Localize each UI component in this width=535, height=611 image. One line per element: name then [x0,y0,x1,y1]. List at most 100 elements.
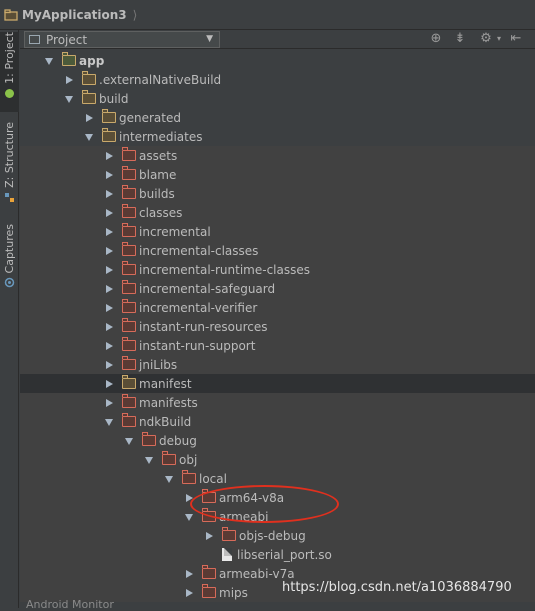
expand-arrow-icon[interactable] [104,341,114,351]
tree-row-label: app [79,53,105,68]
expand-arrow-icon[interactable] [104,284,114,294]
folder-icon [121,299,136,313]
tree-row-local[interactable]: local [20,469,535,488]
tree-row-label: objs-debug [239,528,306,543]
folder-icon [181,470,196,484]
tree-row-label: incremental [139,224,211,239]
expand-arrow-icon[interactable] [104,360,114,370]
tree-row-generated[interactable]: generated [20,108,535,127]
tree-row-intermediates[interactable]: intermediates [20,127,535,146]
folder-icon [221,527,236,541]
expand-arrow-icon[interactable] [144,455,154,465]
tree-row-incremental-safeguard[interactable]: incremental-safeguard [20,279,535,298]
tree-row-incremental-runtime-classes[interactable]: incremental-runtime-classes [20,260,535,279]
tree-row-label: builds [139,186,175,201]
tree-row-externalnativebuild[interactable]: .externalNativeBuild [20,70,535,89]
dropdown-arrow-icon: ▼ [206,34,213,44]
tree-row-blame[interactable]: blame [20,165,535,184]
expand-arrow-icon[interactable] [104,417,114,427]
tree-row-classes[interactable]: classes [20,203,535,222]
tree-row-manifests[interactable]: manifests [20,393,535,412]
tab-structure[interactable]: Z: Structure [0,122,19,210]
tree-row-ndkbuild[interactable]: ndkBuild [20,412,535,431]
breadcrumb-separator: ⟩ [132,8,138,22]
folder-icon [121,242,136,256]
expand-arrow-icon[interactable] [84,113,94,123]
tree-row-builds[interactable]: builds [20,184,535,203]
breadcrumb-project[interactable]: MyApplication3 [22,8,127,22]
expand-arrow-icon[interactable] [64,75,74,85]
file-icon [222,548,232,561]
folder-icon [201,584,216,598]
folder-icon [121,375,136,389]
expand-arrow-icon[interactable] [104,189,114,199]
folder-icon [201,565,216,579]
folder-icon [121,147,136,161]
project-tree: app .externalNativeBuild build generated… [20,49,535,608]
expand-arrow-icon[interactable] [164,474,174,484]
expand-arrow-icon[interactable] [104,208,114,218]
tree-row-instant-run-support[interactable]: instant-run-support [20,336,535,355]
expand-arrow-icon[interactable] [104,170,114,180]
tree-row-label: mips [219,585,248,600]
tree-row-label: arm64-v8a [219,490,285,505]
expand-arrow-icon[interactable] [184,512,194,522]
project-view-select[interactable]: Project ▼ [24,31,220,48]
tree-row-incremental[interactable]: incremental [20,222,535,241]
expand-arrow-icon[interactable] [104,246,114,256]
folder-icon [121,280,136,294]
android-monitor-tab[interactable]: Android Monitor [26,598,114,611]
tree-row-debug[interactable]: debug [20,431,535,450]
folder-icon [161,451,176,465]
tree-row-libserial-port[interactable]: libserial_port.so [20,545,535,564]
expand-arrow-icon[interactable] [184,569,194,579]
expand-arrow-icon[interactable] [84,132,94,142]
scroll-from-source-icon[interactable]: ⊕ [428,31,444,47]
hide-panel-icon[interactable]: ⇤ [508,31,524,47]
folder-icon [121,337,136,351]
module-folder-icon [61,52,76,66]
collapse-all-icon[interactable]: ⇟ [452,31,468,47]
project-view-label: Project [46,32,88,47]
expand-arrow-icon[interactable] [184,588,194,598]
tree-row-incremental-verifier[interactable]: incremental-verifier [20,298,535,317]
tree-row-objs-debug[interactable]: objs-debug [20,526,535,545]
tab-captures-label: Captures [3,224,16,274]
navigation-bar: MyApplication3 ⟩ [0,0,535,30]
expand-arrow-icon[interactable] [104,303,114,313]
expand-arrow-icon[interactable] [104,322,114,332]
expand-arrow-icon[interactable] [204,531,214,541]
tree-row-label: .externalNativeBuild [99,72,222,87]
tab-captures[interactable]: Captures [0,224,19,296]
expand-arrow-icon[interactable] [104,227,114,237]
expand-arrow-icon[interactable] [184,493,194,503]
tree-row-label: blame [139,167,177,182]
expand-arrow-icon[interactable] [104,379,114,389]
expand-arrow-icon[interactable] [104,398,114,408]
tree-row-label: ndkBuild [139,414,192,429]
folder-icon [121,204,136,218]
tree-row-app[interactable]: app [20,51,535,70]
tree-row-incremental-classes[interactable]: incremental-classes [20,241,535,260]
tree-row-assets[interactable]: assets [20,146,535,165]
expand-arrow-icon[interactable] [104,265,114,275]
tree-row-label: classes [139,205,183,220]
tree-row-label: debug [159,433,197,448]
breadcrumb[interactable]: MyApplication3 ⟩ [4,5,137,25]
tree-row-manifest[interactable]: manifest [20,374,535,393]
folder-icon [121,413,136,427]
expand-arrow-icon[interactable] [124,436,134,446]
tab-project[interactable]: 1: Project [0,32,19,112]
expand-arrow-icon[interactable] [44,56,54,66]
tree-row-build[interactable]: build [20,89,535,108]
tree-row-instant-run-resources[interactable]: instant-run-resources [20,317,535,336]
folder-icon [121,356,136,370]
tree-row-arm64-v8a[interactable]: arm64-v8a [20,488,535,507]
tree-row-label: manifest [139,376,192,391]
settings-caret-icon[interactable]: ▾ [491,31,507,47]
expand-arrow-icon[interactable] [104,151,114,161]
tree-row-armeabi[interactable]: armeabi [20,507,535,526]
expand-arrow-icon[interactable] [64,94,74,104]
tree-row-jnilibs[interactable]: jniLibs [20,355,535,374]
tree-row-obj[interactable]: obj [20,450,535,469]
